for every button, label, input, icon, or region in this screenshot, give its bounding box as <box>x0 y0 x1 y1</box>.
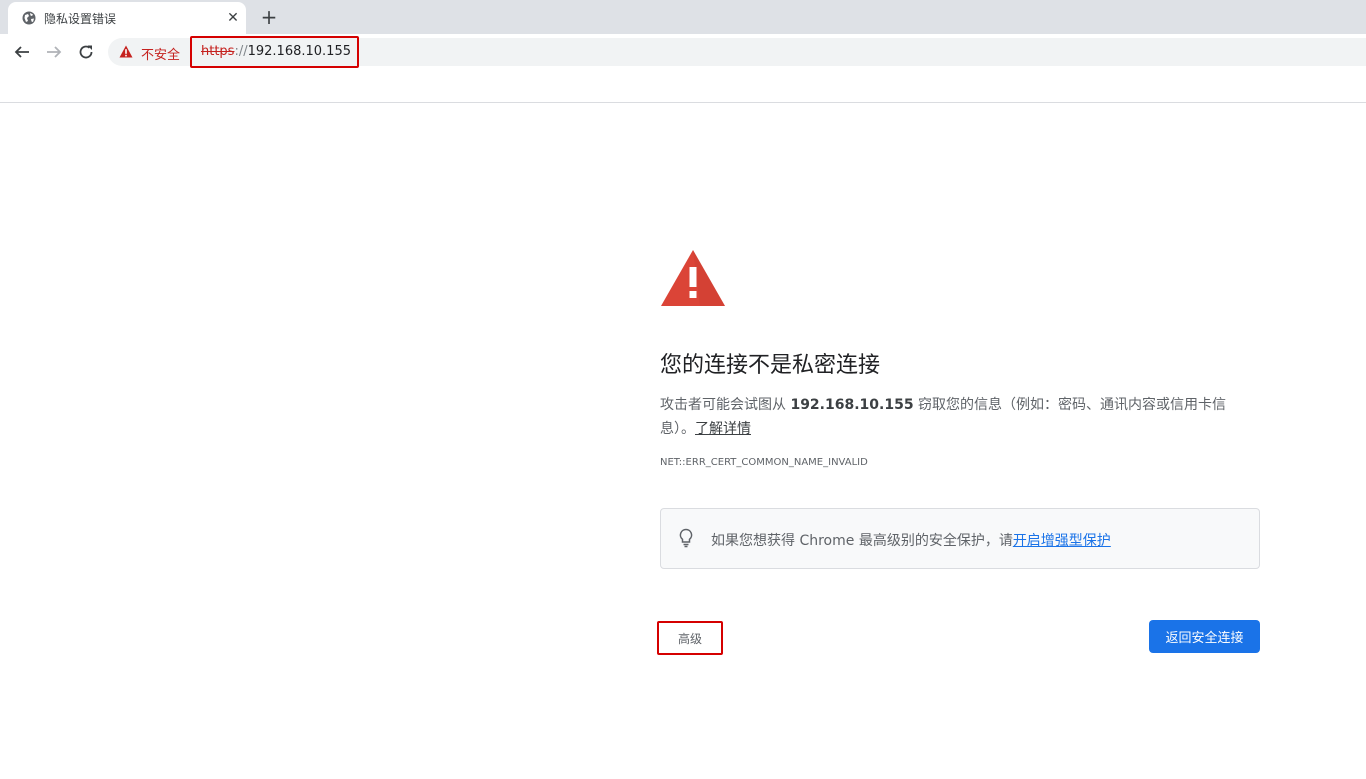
warning-triangle-icon[interactable] <box>119 45 133 58</box>
new-tab-button[interactable]: + <box>256 5 282 29</box>
learn-more-link[interactable]: 了解详情 <box>695 421 751 437</box>
tab-close-icon[interactable]: ✕ <box>224 9 242 27</box>
url-scheme: https <box>201 44 235 59</box>
forward-button[interactable] <box>42 40 66 64</box>
url-separator: :// <box>234 44 248 59</box>
url-host: 192.168.10.155 <box>247 44 351 59</box>
reload-button[interactable] <box>74 40 98 64</box>
arrow-left-icon <box>14 46 29 58</box>
url-highlight-box: https://192.168.10.155 <box>190 36 359 68</box>
toolbar-divider <box>0 102 1366 103</box>
explanation-text: 攻击者可能会试图从 192.168.10.155 窃取您的信息（例如：密码、通讯… <box>660 393 1260 441</box>
arrow-right-icon <box>47 46 62 58</box>
advanced-button[interactable]: 高级 <box>662 625 718 651</box>
tab-strip: 隐私设置错误 ✕ + <box>0 0 1366 34</box>
enhanced-protection-box: 如果您想获得 Chrome 最高级别的安全保护，请开启增强型保护 <box>660 508 1260 569</box>
back-to-safety-button[interactable]: 返回安全连接 <box>1149 620 1260 653</box>
address-bar[interactable]: 不安全 https://192.168.10.155 <box>108 36 1366 68</box>
security-status-label[interactable]: 不安全 <box>141 44 180 63</box>
explain-host: 192.168.10.155 <box>790 397 914 413</box>
tab-active[interactable]: 隐私设置错误 ✕ <box>8 2 246 34</box>
enhanced-protection-text: 如果您想获得 Chrome 最高级别的安全保护，请开启增强型保护 <box>711 530 1111 550</box>
tab-title: 隐私设置错误 <box>44 12 117 26</box>
error-code: NET::ERR_CERT_COMMON_NAME_INVALID <box>660 457 868 468</box>
enhanced-text: 如果您想获得 Chrome 最高级别的安全保护，请 <box>711 533 1013 549</box>
globe-icon <box>22 11 36 25</box>
alert-triangle-icon <box>661 250 725 306</box>
lightbulb-icon <box>679 528 693 548</box>
explain-before: 攻击者可能会试图从 <box>660 397 791 413</box>
page-title: 您的连接不是私密连接 <box>660 353 881 378</box>
enhanced-protection-link[interactable]: 开启增强型保护 <box>1013 533 1111 549</box>
back-button[interactable] <box>10 40 34 64</box>
url-text[interactable]: https://192.168.10.155 <box>201 44 351 59</box>
reload-icon <box>79 45 93 59</box>
toolbar: 不安全 https://192.168.10.155 <box>0 34 1366 70</box>
